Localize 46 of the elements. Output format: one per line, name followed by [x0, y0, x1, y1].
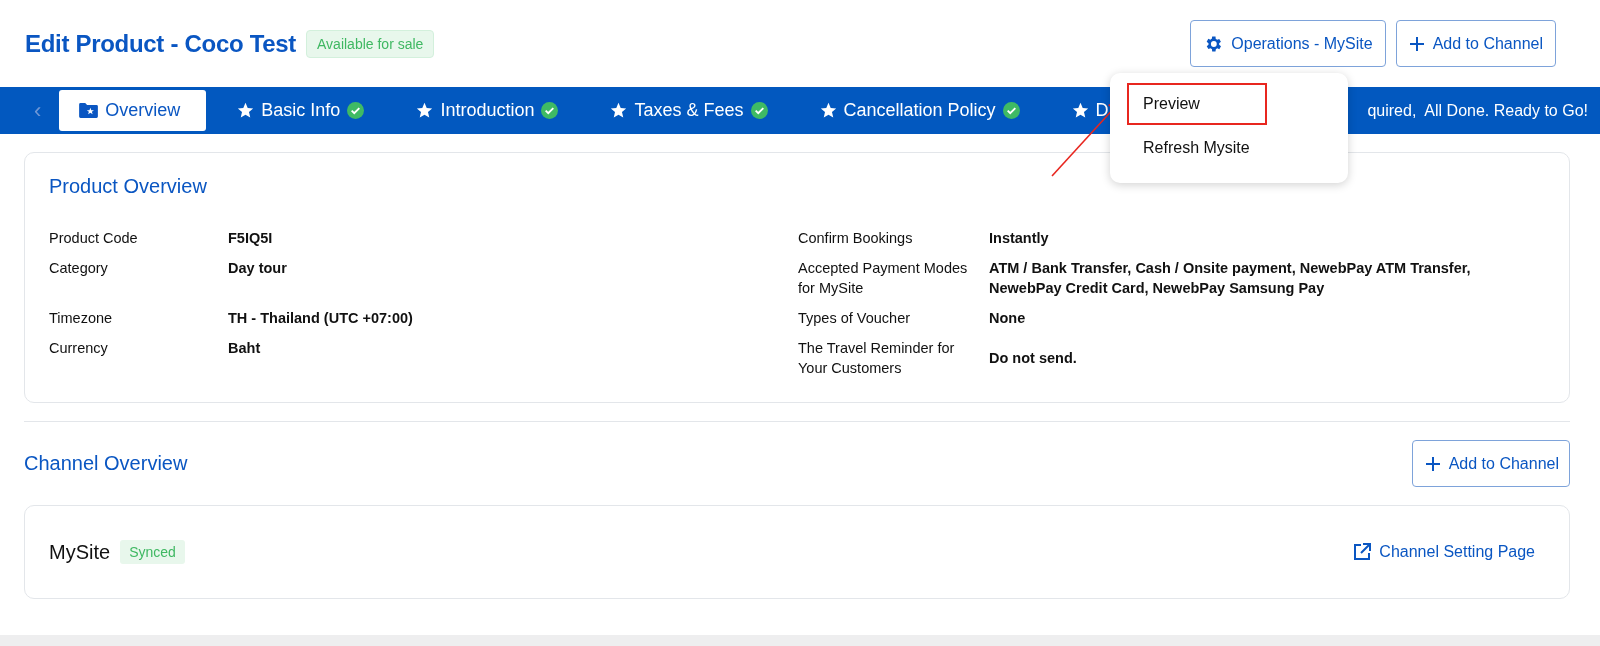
field-value: ATM / Bank Transfer, Cash / Onsite payment, NewebPay ATM Transfer, NewebPay Credit Card, NewebPay Samsung Pay	[989, 259, 1472, 298]
star-icon	[237, 102, 255, 119]
tab[interactable]: Basic Info	[211, 90, 391, 131]
menu-item[interactable]: Preview	[1127, 83, 1267, 125]
field-label: Types of Voucher	[798, 309, 912, 328]
channel-name: MySite	[49, 540, 111, 564]
tab[interactable]: Cancellation Policy	[793, 90, 1046, 131]
section-title: Channel Overview	[24, 452, 188, 475]
field-value: F5IQ5I	[228, 229, 274, 248]
field-value: Instantly	[989, 229, 1050, 248]
status-badge: Synced	[120, 540, 185, 564]
field-label: The Travel Reminder for Your Customers	[798, 339, 956, 378]
external-link-icon	[1353, 543, 1372, 561]
add-channel-button[interactable]: Add to Channel	[1411, 440, 1570, 487]
channel-setting-link[interactable]: Channel Setting Page	[1353, 543, 1535, 561]
add-channel-button[interactable]: Add to Channel	[1395, 20, 1556, 67]
field-value: Do not send.	[989, 349, 1078, 368]
check-circle-icon	[541, 102, 559, 119]
folder-star-icon	[79, 103, 99, 118]
tab[interactable]: Overview	[59, 90, 207, 131]
plus-icon	[1424, 455, 1441, 472]
field-label: Product Code	[49, 229, 139, 248]
tab[interactable]: Introduction	[390, 90, 585, 131]
check-circle-icon	[1002, 102, 1020, 119]
star-icon	[819, 102, 837, 119]
status-badge: Available for sale	[306, 29, 435, 58]
field-label: Confirm Bookings	[798, 229, 914, 248]
status-text: quired, All Done. Ready to Go!	[1367, 101, 1589, 120]
field-value: Baht	[228, 339, 262, 358]
star-icon	[610, 102, 628, 119]
field-value: TH - Thailand (UTC +07:00)	[228, 309, 414, 328]
star-icon	[1071, 102, 1089, 119]
star-icon	[416, 102, 434, 119]
field-label: Currency	[49, 339, 109, 358]
field-label: Accepted Payment Modes for MySite	[798, 259, 969, 298]
check-circle-icon	[347, 102, 365, 119]
field-label: Timezone	[49, 309, 114, 328]
tab[interactable]: Taxes & Fees	[584, 90, 794, 131]
plus-icon	[1408, 35, 1425, 52]
operations-button[interactable]: Operations - MySite	[1190, 20, 1386, 67]
check-circle-icon	[750, 102, 768, 119]
section-title: Product Overview	[49, 175, 208, 198]
page-title: Edit Product - Coco Test	[25, 29, 297, 58]
field-value: None	[989, 309, 1027, 328]
field-value: Day tour	[228, 259, 288, 278]
field-label: Category	[49, 259, 109, 278]
